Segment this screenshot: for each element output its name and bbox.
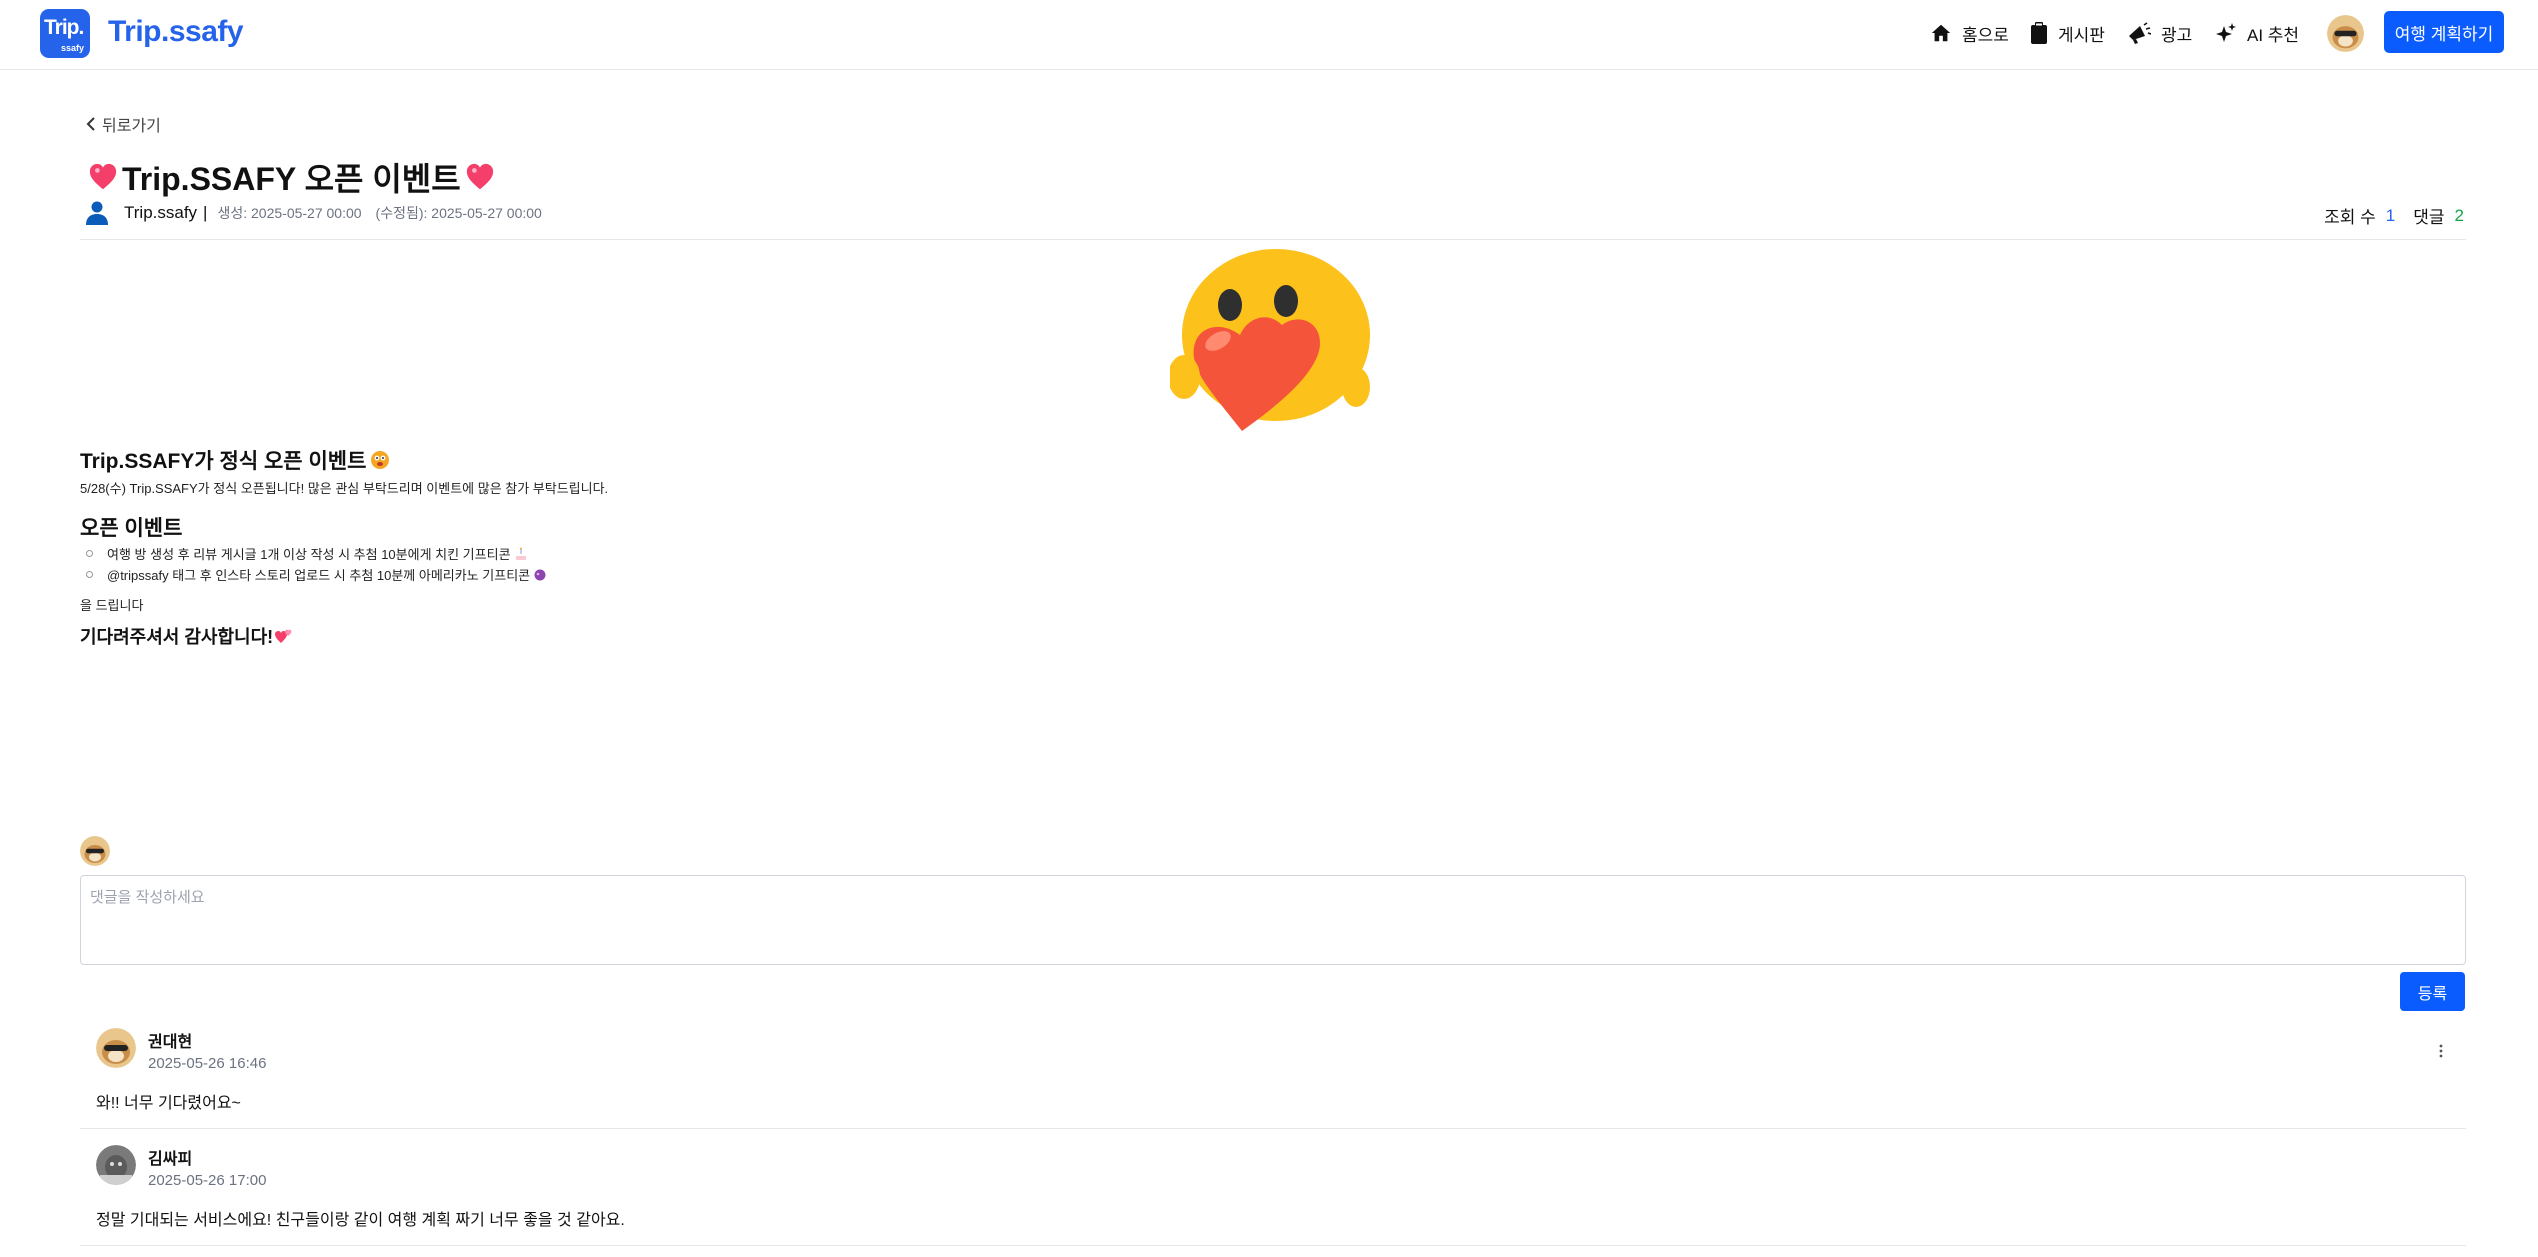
comment-date: 2025-05-26 17:00 [148, 1172, 267, 1189]
comment-avatar [96, 1145, 136, 1185]
comment-author: 김싸피 [148, 1151, 193, 1168]
list-item: @tripssafy 태그 후 인스타 스토리 업로드 시 추첨 10분께 아메… [80, 564, 1280, 585]
body-paragraph-2: 을 드립니다 [80, 598, 144, 613]
divider [80, 1128, 2466, 1129]
plan-trip-button[interactable]: 여행 계획하기 [2384, 11, 2504, 53]
hugging-face-image [1170, 249, 1370, 431]
divider [80, 1245, 2466, 1246]
post-meta: Trip.ssafy | 생성: 2025-05-27 00:00 (수정됨):… [84, 200, 2466, 228]
comments-count: 2 [2454, 205, 2464, 225]
home-icon [1931, 24, 1951, 42]
user-avatar[interactable] [2327, 15, 2364, 52]
comment-item: 김싸피 2025-05-26 17:00 정말 기대되는 서비스에요! 친구들이… [80, 1145, 2466, 1245]
list-item: 여행 방 생성 후 리뷰 게시글 1개 이상 작성 시 추첨 10분에게 치킨 … [80, 543, 1280, 564]
author-separator: | [203, 203, 208, 222]
body-closing: 기다려주셔서 감사합니다! [80, 622, 1280, 650]
body-heading-1-text: Trip.SSAFY가 정식 오픈 이벤트 [80, 450, 367, 473]
list-item-text: @tripssafy 태그 후 인스타 스토리 업로드 시 추첨 10분께 아메… [107, 568, 531, 583]
nav-home[interactable]: 홈으로 [1930, 20, 2009, 46]
user-icon [86, 201, 108, 225]
post-body: Trip.SSAFY가 정식 오픈 이벤트 5/28(수) Trip.SSAFY… [80, 446, 1280, 650]
nav-ads[interactable]: 광고 [2127, 20, 2192, 46]
logo-text-top: Trip. [44, 16, 84, 39]
comment-author: 권대현 [148, 1034, 193, 1051]
current-user-avatar [80, 836, 110, 866]
bubble-tea-icon [534, 569, 546, 580]
nav-ads-label: 광고 [2161, 25, 2193, 45]
body-closing-text: 기다려주셔서 감사합니다! [80, 627, 274, 647]
logo-text-bottom: ssafy [60, 43, 84, 53]
megaphone-icon [2129, 22, 2151, 44]
back-label: 뒤로가기 [102, 118, 161, 135]
comment-avatar [96, 1028, 136, 1068]
heart-icon [89, 163, 117, 190]
body-paragraph-1: 5/28(수) Trip.SSAFY가 정식 오픈됩니다! 많은 관심 부탁드리… [80, 481, 609, 496]
list-item-text: 여행 방 생성 후 리뷰 게시글 1개 이상 작성 시 추첨 10분에게 치킨 … [107, 547, 511, 562]
nav-ai-label: AI 추천 [2247, 25, 2300, 45]
post-author: Trip.ssafy [124, 203, 198, 222]
divider [80, 239, 2466, 240]
nav-board[interactable]: 게시판 [2030, 20, 2105, 46]
views-count: 1 [2385, 205, 2396, 225]
comment-submit-button[interactable]: 등록 [2400, 972, 2465, 1011]
comment-item: 권대현 2025-05-26 16:46 와!! 너무 기다렸어요~ [80, 1028, 2466, 1128]
nav-home-label: 홈으로 [1962, 25, 2009, 45]
created-date: 생성: 2025-05-27 00:00 [217, 205, 362, 221]
heart-icon [466, 163, 493, 190]
brand-name[interactable]: Trip.ssafy [108, 15, 244, 49]
body-heading-1: Trip.SSAFY가 정식 오픈 이벤트 [80, 446, 1280, 474]
comment-text: 정말 기대되는 서비스에요! 친구들이랑 같이 여행 계획 짜기 너무 좋을 것… [96, 1212, 625, 1229]
more-options-icon[interactable] [2436, 1041, 2446, 1061]
body-heading-2-text: 오픈 이벤트 [80, 517, 183, 540]
post-stats: 조회 수 1 댓글 2 [2324, 203, 2464, 228]
comment-input[interactable] [80, 875, 2466, 965]
sparkles-icon [2216, 23, 2236, 42]
hot-face-icon [371, 451, 390, 469]
comment-text: 와!! 너무 기다렸어요~ [96, 1095, 241, 1112]
two-hearts-icon [275, 629, 292, 643]
comment-date: 2025-05-26 16:46 [148, 1055, 267, 1072]
views-label: 조회 수 [2324, 208, 2376, 227]
nav-ai[interactable]: AI 추천 [2215, 20, 2299, 46]
post-title-text: Trip.SSAFY 오픈 이벤트 [122, 161, 461, 197]
body-heading-2: 오픈 이벤트 [80, 513, 1280, 541]
event-list: 여행 방 생성 후 리뷰 게시글 1개 이상 작성 시 추첨 10분에게 치킨 … [80, 543, 1280, 585]
logo[interactable]: Trip. ssafy [40, 9, 90, 58]
clipboard-icon [2031, 22, 2047, 44]
cake-icon [515, 547, 526, 560]
comments-label: 댓글 [2413, 208, 2445, 227]
chevron-left-icon [86, 117, 95, 131]
post-title: Trip.SSAFY 오픈 이벤트 [84, 154, 499, 200]
modified-date: (수정됨): 2025-05-27 00:00 [375, 205, 542, 221]
nav-board-label: 게시판 [2058, 25, 2105, 45]
back-link[interactable]: 뒤로가기 [86, 112, 161, 136]
top-header: Trip. ssafy Trip.ssafy 홈으로 게시판 광고 AI 추천 … [0, 0, 2538, 70]
